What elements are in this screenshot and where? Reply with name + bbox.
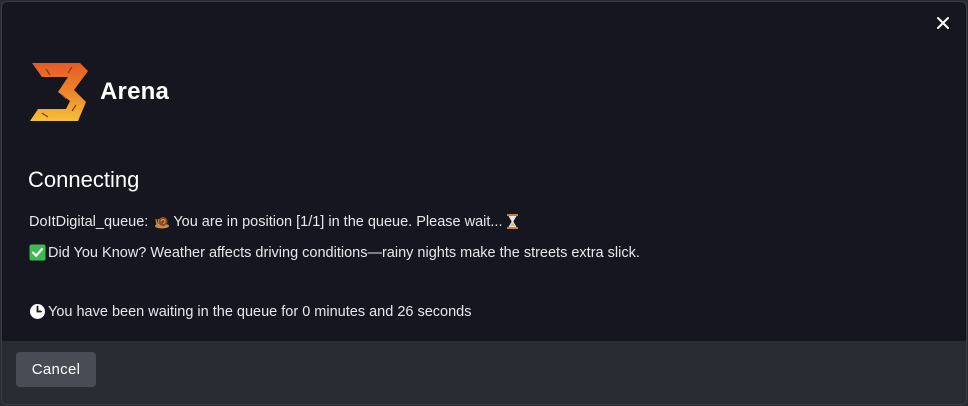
wait-time-text: You have been waiting in the queue for 0… xyxy=(48,303,472,320)
tip-text: Did You Know? Weather affects driving co… xyxy=(48,244,640,261)
queue-position-text: You are in position [1/1] in the queue. … xyxy=(173,213,503,230)
clock-icon xyxy=(29,303,46,320)
cancel-button[interactable]: Cancel xyxy=(16,352,96,387)
status-title: Connecting xyxy=(28,167,140,192)
dialog-footer: Cancel xyxy=(2,341,966,404)
queue-dialog: Arena Connecting DoItDigital_queue: You … xyxy=(1,1,967,405)
app-name: Arena xyxy=(100,78,170,105)
arena-logo xyxy=(30,63,88,121)
brand-header: Arena xyxy=(28,61,169,123)
queue-position-message: DoItDigital_queue: You are in position [… xyxy=(29,213,523,230)
check-mark-icon xyxy=(29,244,46,261)
wait-time-message: You have been waiting in the queue for 0… xyxy=(29,303,472,320)
hourglass-icon xyxy=(504,213,521,230)
tip-message: Did You Know? Weather affects driving co… xyxy=(29,244,640,261)
close-icon[interactable] xyxy=(934,14,952,32)
snail-icon xyxy=(154,213,171,230)
queue-name: DoItDigital_queue: xyxy=(29,213,149,230)
